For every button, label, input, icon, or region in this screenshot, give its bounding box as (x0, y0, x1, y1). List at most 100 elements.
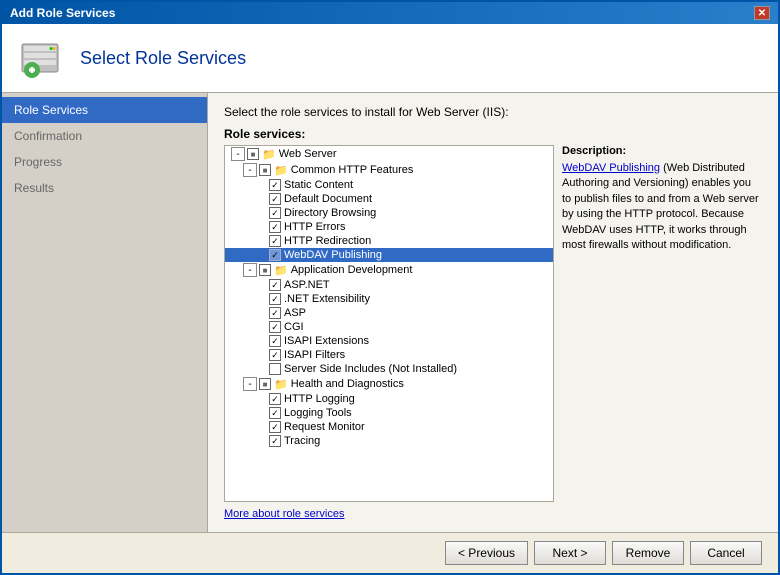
checkbox-web-server[interactable] (247, 148, 259, 160)
cancel-button[interactable]: Cancel (690, 541, 762, 565)
label-http-errors: HTTP Errors (284, 221, 346, 233)
folder-icon-common-http: 📁 (274, 164, 288, 177)
sidebar-item-results: Results (2, 175, 207, 201)
header-icon (18, 34, 66, 82)
role-services-label: Role services: (224, 127, 762, 141)
tree-node-http-errors[interactable]: HTTP Errors (225, 220, 553, 234)
sidebar: Role Services Confirmation Progress Resu… (2, 93, 208, 532)
label-isapi-ext: ISAPI Extensions (284, 335, 369, 347)
tree-node-cgi[interactable]: CGI (225, 320, 553, 334)
label-ssi: Server Side Includes (Not Installed) (284, 363, 457, 375)
label-net-ext: .NET Extensibility (284, 293, 370, 305)
tree-node-http-redir[interactable]: HTTP Redirection (225, 234, 553, 248)
tree-node-webdav[interactable]: WebDAV Publishing (225, 248, 553, 262)
checkbox-isapi-filters[interactable] (269, 349, 281, 361)
remove-button[interactable]: Remove (612, 541, 684, 565)
tree-node-dir-browsing[interactable]: Directory Browsing (225, 206, 553, 220)
tree-node-default-doc[interactable]: Default Document (225, 192, 553, 206)
expander-health[interactable]: - (243, 377, 257, 391)
description-title: Description: (562, 145, 762, 157)
expander-app-dev[interactable]: - (243, 263, 257, 277)
tree-node-req-monitor[interactable]: Request Monitor (225, 420, 553, 434)
tree-node-http-log[interactable]: HTTP Logging (225, 392, 553, 406)
tree-node-tracing[interactable]: Tracing (225, 434, 553, 448)
label-health: Health and Diagnostics (291, 378, 404, 390)
checkbox-static-content[interactable] (269, 179, 281, 191)
label-log-tools: Logging Tools (284, 407, 352, 419)
tree-node-log-tools[interactable]: Logging Tools (225, 406, 553, 420)
tree-node-app-dev[interactable]: - 📁 Application Development (225, 262, 553, 278)
title-bar: Add Role Services ✕ (2, 2, 778, 24)
previous-button[interactable]: < Previous (445, 541, 528, 565)
checkbox-dir-browsing[interactable] (269, 207, 281, 219)
description-text: (Web Distributed Authoring and Versionin… (562, 162, 759, 251)
checkbox-app-dev[interactable] (259, 264, 271, 276)
checkbox-ssi[interactable] (269, 363, 281, 375)
label-http-redir: HTTP Redirection (284, 235, 371, 247)
split-pane: - 📁 Web Server - 📁 Common HTTP Features (224, 145, 762, 502)
content-area: Role Services Confirmation Progress Resu… (2, 93, 778, 532)
folder-icon: 📁 (262, 148, 276, 161)
checkbox-req-monitor[interactable] (269, 421, 281, 433)
close-button[interactable]: ✕ (754, 6, 770, 20)
description-link[interactable]: WebDAV Publishing (562, 162, 660, 174)
tree-node-common-http[interactable]: - 📁 Common HTTP Features (225, 162, 553, 178)
tree-node-net-ext[interactable]: .NET Extensibility (225, 292, 553, 306)
more-about-role-services-link[interactable]: More about role services (224, 508, 344, 520)
checkbox-aspnet[interactable] (269, 279, 281, 291)
tree-node-isapi-ext[interactable]: ISAPI Extensions (225, 334, 553, 348)
description-body: WebDAV Publishing (Web Distributed Autho… (562, 161, 762, 253)
window-title: Add Role Services (10, 6, 115, 20)
more-link-container: More about role services (224, 508, 762, 520)
checkbox-cgi[interactable] (269, 321, 281, 333)
checkbox-isapi-ext[interactable] (269, 335, 281, 347)
tree-node-asp[interactable]: ASP (225, 306, 553, 320)
tree-node-ssi[interactable]: Server Side Includes (Not Installed) (225, 362, 553, 376)
label-app-dev: Application Development (291, 264, 413, 276)
footer-bar: < Previous Next > Remove Cancel (2, 532, 778, 573)
header-title: Select Role Services (80, 48, 246, 69)
checkbox-log-tools[interactable] (269, 407, 281, 419)
tree-node-health[interactable]: - 📁 Health and Diagnostics (225, 376, 553, 392)
sidebar-item-progress: Progress (2, 149, 207, 175)
expander-web-server[interactable]: - (231, 147, 245, 161)
sidebar-item-role-services[interactable]: Role Services (2, 97, 207, 123)
checkbox-http-log[interactable] (269, 393, 281, 405)
checkbox-tracing[interactable] (269, 435, 281, 447)
expander-common-http[interactable]: - (243, 163, 257, 177)
checkbox-http-errors[interactable] (269, 221, 281, 233)
label-req-monitor: Request Monitor (284, 421, 365, 433)
checkbox-common-http[interactable] (259, 164, 271, 176)
label-http-log: HTTP Logging (284, 393, 355, 405)
folder-icon-health: 📁 (274, 378, 288, 391)
checkbox-webdav[interactable] (269, 249, 281, 261)
tree-node-static-content[interactable]: Static Content (225, 178, 553, 192)
checkbox-asp[interactable] (269, 307, 281, 319)
description-pane: Description: WebDAV Publishing (Web Dist… (562, 145, 762, 502)
checkbox-health[interactable] (259, 378, 271, 390)
tree-node-isapi-filters[interactable]: ISAPI Filters (225, 348, 553, 362)
main-window: Add Role Services ✕ Select Role Services (0, 0, 780, 575)
instruction-text: Select the role services to install for … (224, 105, 762, 119)
label-dir-browsing: Directory Browsing (284, 207, 376, 219)
sidebar-item-confirmation: Confirmation (2, 123, 207, 149)
label-cgi: CGI (284, 321, 304, 333)
label-isapi-filters: ISAPI Filters (284, 349, 345, 361)
label-webdav: WebDAV Publishing (284, 249, 382, 261)
tree-node-web-server[interactable]: - 📁 Web Server (225, 146, 553, 162)
folder-icon-app-dev: 📁 (274, 264, 288, 277)
label-asp: ASP (284, 307, 306, 319)
header-section: Select Role Services (2, 24, 778, 93)
checkbox-http-redir[interactable] (269, 235, 281, 247)
label-default-doc: Default Document (284, 193, 372, 205)
role-services-tree[interactable]: - 📁 Web Server - 📁 Common HTTP Features (224, 145, 554, 502)
tree-node-aspnet[interactable]: ASP.NET (225, 278, 553, 292)
checkbox-default-doc[interactable] (269, 193, 281, 205)
label-tracing: Tracing (284, 435, 320, 447)
label-aspnet: ASP.NET (284, 279, 330, 291)
main-panel: Select the role services to install for … (208, 93, 778, 532)
label-static-content: Static Content (284, 179, 353, 191)
next-button[interactable]: Next > (534, 541, 606, 565)
label-common-http: Common HTTP Features (291, 164, 414, 176)
checkbox-net-ext[interactable] (269, 293, 281, 305)
